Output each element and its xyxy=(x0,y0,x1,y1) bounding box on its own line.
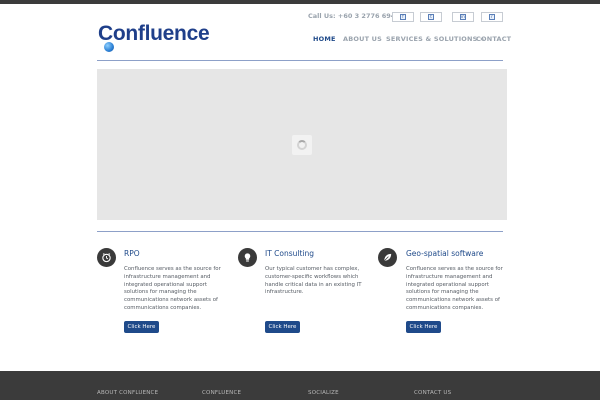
rss-icon[interactable]: r xyxy=(481,12,503,22)
geo-spatial-click-here-button[interactable]: Click Here xyxy=(406,321,441,333)
footer-heading-confluence: CONFLUENCE xyxy=(202,390,242,396)
nav-contact[interactable]: CONTACT xyxy=(476,35,511,43)
footer-heading-socialize: SOCIALIZE xyxy=(308,390,339,396)
footer: ABOUT CONFLUENCE CONFLUENCE SOCIALIZE CO… xyxy=(0,371,600,400)
logo[interactable]: Confluence xyxy=(98,22,210,52)
feature-text-rpo: Confluence serves as the source for infr… xyxy=(124,266,221,311)
feature-title-it-consulting: IT Consulting xyxy=(265,249,315,258)
it-consulting-click-here-button[interactable]: Click Here xyxy=(265,321,300,333)
nav-services-solutions[interactable]: SERVICES & SOLUTIONS » xyxy=(386,35,484,43)
header-divider xyxy=(97,60,503,61)
top-strip xyxy=(0,0,600,4)
nav-about-us[interactable]: ABOUT US xyxy=(343,35,382,43)
feature-title-rpo: RPO xyxy=(124,249,140,258)
feature-title-geo-spatial: Geo-spatial software xyxy=(406,249,484,258)
clock-icon xyxy=(97,248,116,267)
facebook-icon[interactable]: f xyxy=(392,12,414,22)
footer-heading-contact: CONTACT US xyxy=(414,390,452,396)
nav-home[interactable]: HOME xyxy=(313,35,336,43)
lightbulb-icon xyxy=(238,248,257,267)
logo-text: Confluence xyxy=(98,22,210,45)
call-us-text: Call Us: +60 3 2776 6945 xyxy=(308,12,400,20)
rpo-click-here-button[interactable]: Click Here xyxy=(124,321,159,333)
features-divider xyxy=(97,231,503,232)
linkedin-icon[interactable]: in xyxy=(452,12,474,22)
feature-text-it-consulting: Our typical customer has complex, custom… xyxy=(265,266,362,296)
footer-heading-about: ABOUT CONFLUENCE xyxy=(97,390,159,396)
leaf-icon xyxy=(378,248,397,267)
twitter-icon[interactable]: t xyxy=(420,12,442,22)
feature-text-geo-spatial: Confluence serves as the source for infr… xyxy=(406,266,503,311)
spinner-icon xyxy=(292,135,312,155)
